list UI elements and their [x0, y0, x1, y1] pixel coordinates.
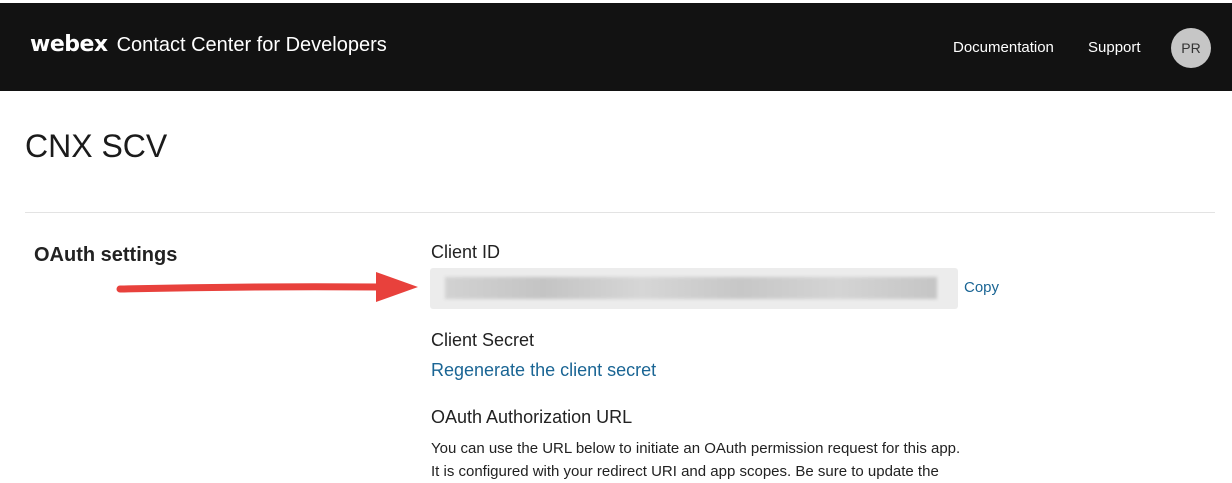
arrow-shape — [116, 272, 418, 302]
oauth-settings-heading: OAuth settings — [34, 244, 178, 266]
copy-button[interactable]: Copy — [964, 279, 999, 296]
arrow-right-icon — [116, 272, 418, 302]
client-id-label: Client ID — [431, 242, 501, 262]
description-line-2: It is configured with your redirect URI … — [431, 463, 939, 480]
client-id-value-redacted[interactable] — [445, 277, 937, 299]
brand-subtitle: Contact Center for Developers — [116, 34, 387, 56]
client-secret-label: Client Secret — [431, 330, 535, 350]
description-line-1: You can use the URL below to initiate an… — [431, 440, 961, 457]
divider — [25, 212, 1215, 213]
nav-support-link[interactable]: Support — [1088, 39, 1141, 56]
oauth-url-description: You can use the URL below to initiate an… — [431, 437, 1031, 483]
nav-documentation-link[interactable]: Documentation — [953, 39, 1054, 56]
avatar[interactable]: PR — [1171, 28, 1211, 68]
page-title: CNX SCV — [25, 128, 168, 164]
regenerate-client-secret-link[interactable]: Regenerate the client secret — [431, 360, 656, 381]
brand[interactable]: webex Contact Center for Developers — [30, 32, 387, 57]
webex-logo: webex — [30, 32, 108, 57]
client-id-field[interactable] — [430, 268, 958, 309]
oauth-authorization-url-label: OAuth Authorization URL — [431, 407, 633, 427]
top-header: webex Contact Center for Developers Docu… — [0, 0, 1232, 91]
